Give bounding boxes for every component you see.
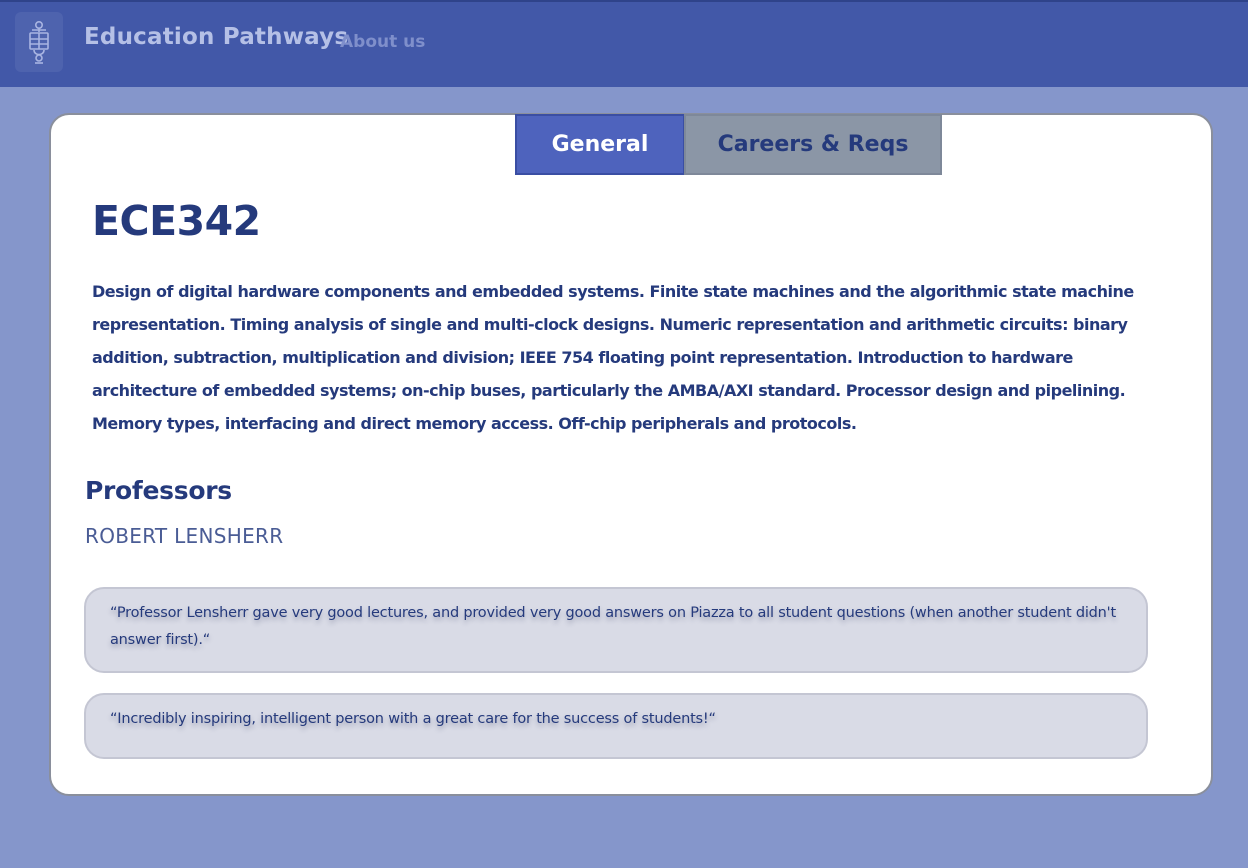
nav-link-about-us[interactable]: About us — [340, 32, 425, 52]
professors-heading: Professors — [85, 476, 232, 505]
professor-name: ROBERT LENSHERR — [85, 524, 284, 548]
course-card: General Careers & Reqs ECE342 Design of … — [49, 113, 1213, 796]
tab-careers-reqs[interactable]: Careers & Reqs — [684, 114, 942, 175]
university-crest-icon[interactable] — [15, 12, 63, 72]
course-description: Design of digital hardware components an… — [92, 282, 1134, 433]
review-bubble: “Incredibly inspiring, intelligent perso… — [84, 693, 1148, 759]
top-navbar: Education Pathways About us — [0, 0, 1248, 87]
tab-general[interactable]: General — [515, 114, 685, 175]
course-code: ECE342 — [92, 197, 261, 245]
brand-title[interactable]: Education Pathways — [84, 24, 348, 50]
review-bubble: “Professor Lensherr gave very good lectu… — [84, 587, 1148, 673]
review-text: “Incredibly inspiring, intelligent perso… — [110, 711, 716, 727]
review-text: “Professor Lensherr gave very good lectu… — [110, 605, 1116, 648]
